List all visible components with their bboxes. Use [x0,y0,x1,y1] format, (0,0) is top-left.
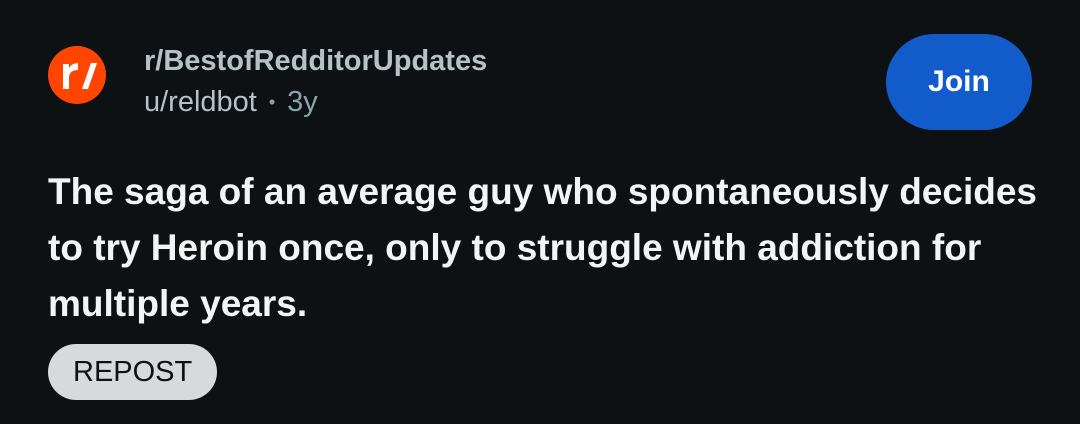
subreddit-name[interactable]: r/BestofRedditorUpdates [144,42,487,80]
post-title[interactable]: The saga of an average guy who spontaneo… [48,164,1038,332]
post-age: 3y [287,86,318,118]
author-name[interactable]: u/reldbot [144,84,257,120]
byline: u/reldbot • 3y [144,84,487,120]
separator-dot: • [268,92,276,112]
post-meta: r/BestofRedditorUpdates u/reldbot • 3y [144,42,487,120]
subreddit-avatar[interactable] [48,46,106,104]
join-button[interactable]: Join [886,34,1032,130]
subreddit-logo-icon [63,63,97,89]
post-card[interactable]: r/BestofRedditorUpdates u/reldbot • 3y J… [0,0,1080,424]
flair-badge[interactable]: REPOST [48,344,218,400]
